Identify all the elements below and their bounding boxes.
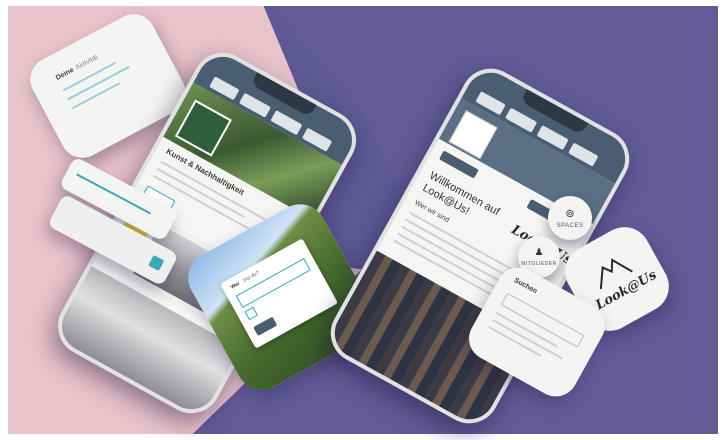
spaces-chip[interactable]: ⊚ SPACES [548,196,592,240]
spaces-icon: ⊚ [565,208,575,220]
checkbox[interactable] [244,306,259,321]
members-label: MITGLIEDER [521,261,557,267]
send-icon[interactable] [148,254,165,272]
members-icon: ♟ [534,247,544,258]
mockup-scene: Deine Aktivität Kunst & Nachhaltigkeit W… [0,0,723,440]
dialog-subtitle: bist du? [242,270,261,284]
search-card-title: Suchen [512,276,539,296]
activity-card-subtitle: Aktivität [74,53,100,72]
dialog-title: Wer [229,280,242,291]
spaces-label: SPACES [556,223,584,229]
dialog-confirm-button[interactable] [253,316,278,337]
activity-card-title: Deine [54,66,76,82]
